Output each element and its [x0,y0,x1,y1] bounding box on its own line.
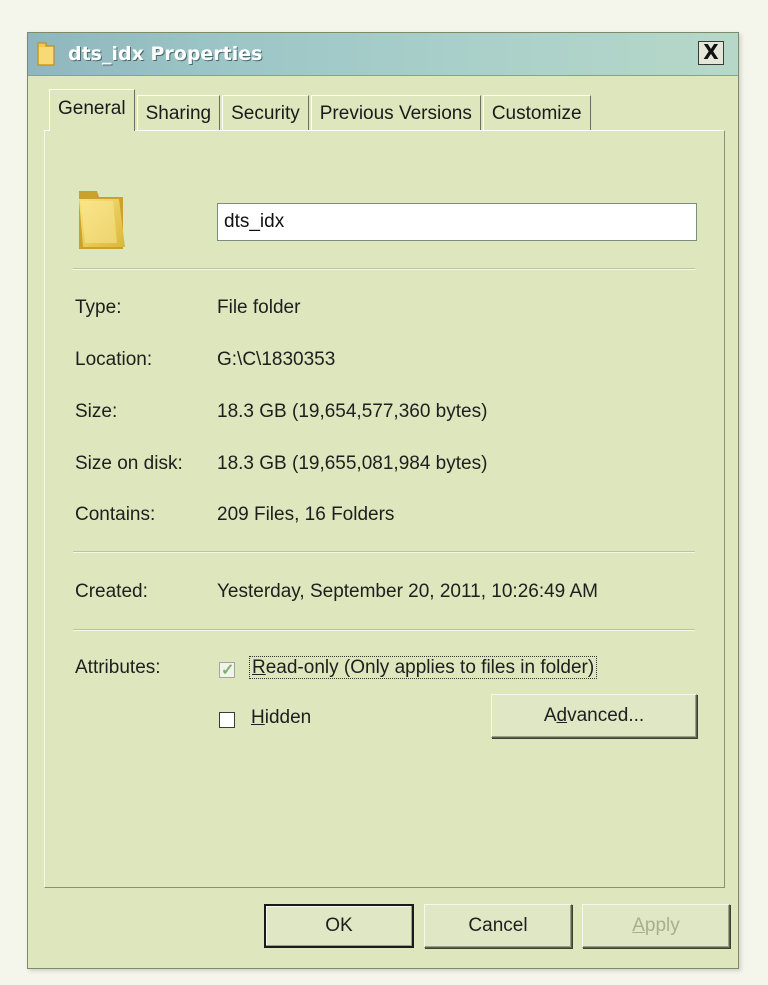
created-label: Created: [75,581,148,602]
type-value: File folder [217,297,301,318]
hidden-checkbox-label[interactable]: Hidden [251,707,311,729]
advanced-label-post: vanced... [567,705,645,726]
tab-sharing[interactable]: Sharing [136,95,221,131]
tab-previous-versions[interactable]: Previous Versions [310,95,481,131]
hidden-label-text: idden [264,707,312,728]
apply-accel-key: A [632,915,645,936]
contains-label: Contains: [75,504,156,525]
window-title: dts_idx Properties [68,43,263,65]
tab-strip: General Sharing Security Previous Versio… [49,89,593,131]
advanced-label-pre: A [543,705,557,726]
size-on-disk-value: 18.3 GB (19,655,081,984 bytes) [217,453,488,474]
separator [73,629,695,631]
tab-security[interactable]: Security [222,95,309,131]
separator [73,551,695,553]
advanced-accel-key: d [556,705,568,726]
created-value: Yesterday, September 20, 2011, 10:26:49 … [217,581,598,602]
folder-name-input[interactable] [217,203,697,241]
size-on-disk-label: Size on disk: [75,453,183,474]
hidden-checkbox[interactable] [219,712,235,728]
properties-dialog: dts_idx Properties X General Sharing Sec… [27,32,739,969]
close-button[interactable]: X [698,41,724,65]
readonly-checkbox-label[interactable]: Read-only (Only applies to files in fold… [249,656,598,679]
folder-icon [37,42,55,66]
ok-button[interactable]: OK [264,904,414,948]
attributes-label: Attributes: [75,657,161,678]
checkmark-icon: ✓ [221,662,235,679]
tab-general[interactable]: General [49,89,135,131]
type-label: Type: [75,297,122,318]
folder-icon [79,191,125,249]
tab-customize[interactable]: Customize [482,95,591,131]
title-bar[interactable]: dts_idx Properties X [28,33,738,76]
apply-label-text: pply [644,915,680,936]
advanced-button[interactable]: Ad vanced... [491,694,697,738]
readonly-checkbox[interactable]: ✓ [219,662,235,679]
separator [73,268,695,270]
location-value: G:\C\1830353 [217,349,336,370]
general-tab-panel: Type: File folder Location: G:\C\1830353… [44,130,725,888]
hidden-accel-key: H [251,707,265,728]
location-label: Location: [75,349,153,370]
readonly-label-text: ead-only (Only applies to files in folde… [265,657,595,678]
size-value: 18.3 GB (19,654,577,360 bytes) [217,401,488,422]
readonly-accel-key: R [252,657,266,678]
cancel-button[interactable]: Cancel [424,904,572,948]
contains-value: 209 Files, 16 Folders [217,504,395,525]
apply-button[interactable]: Apply [582,904,730,948]
size-label: Size: [75,401,118,422]
